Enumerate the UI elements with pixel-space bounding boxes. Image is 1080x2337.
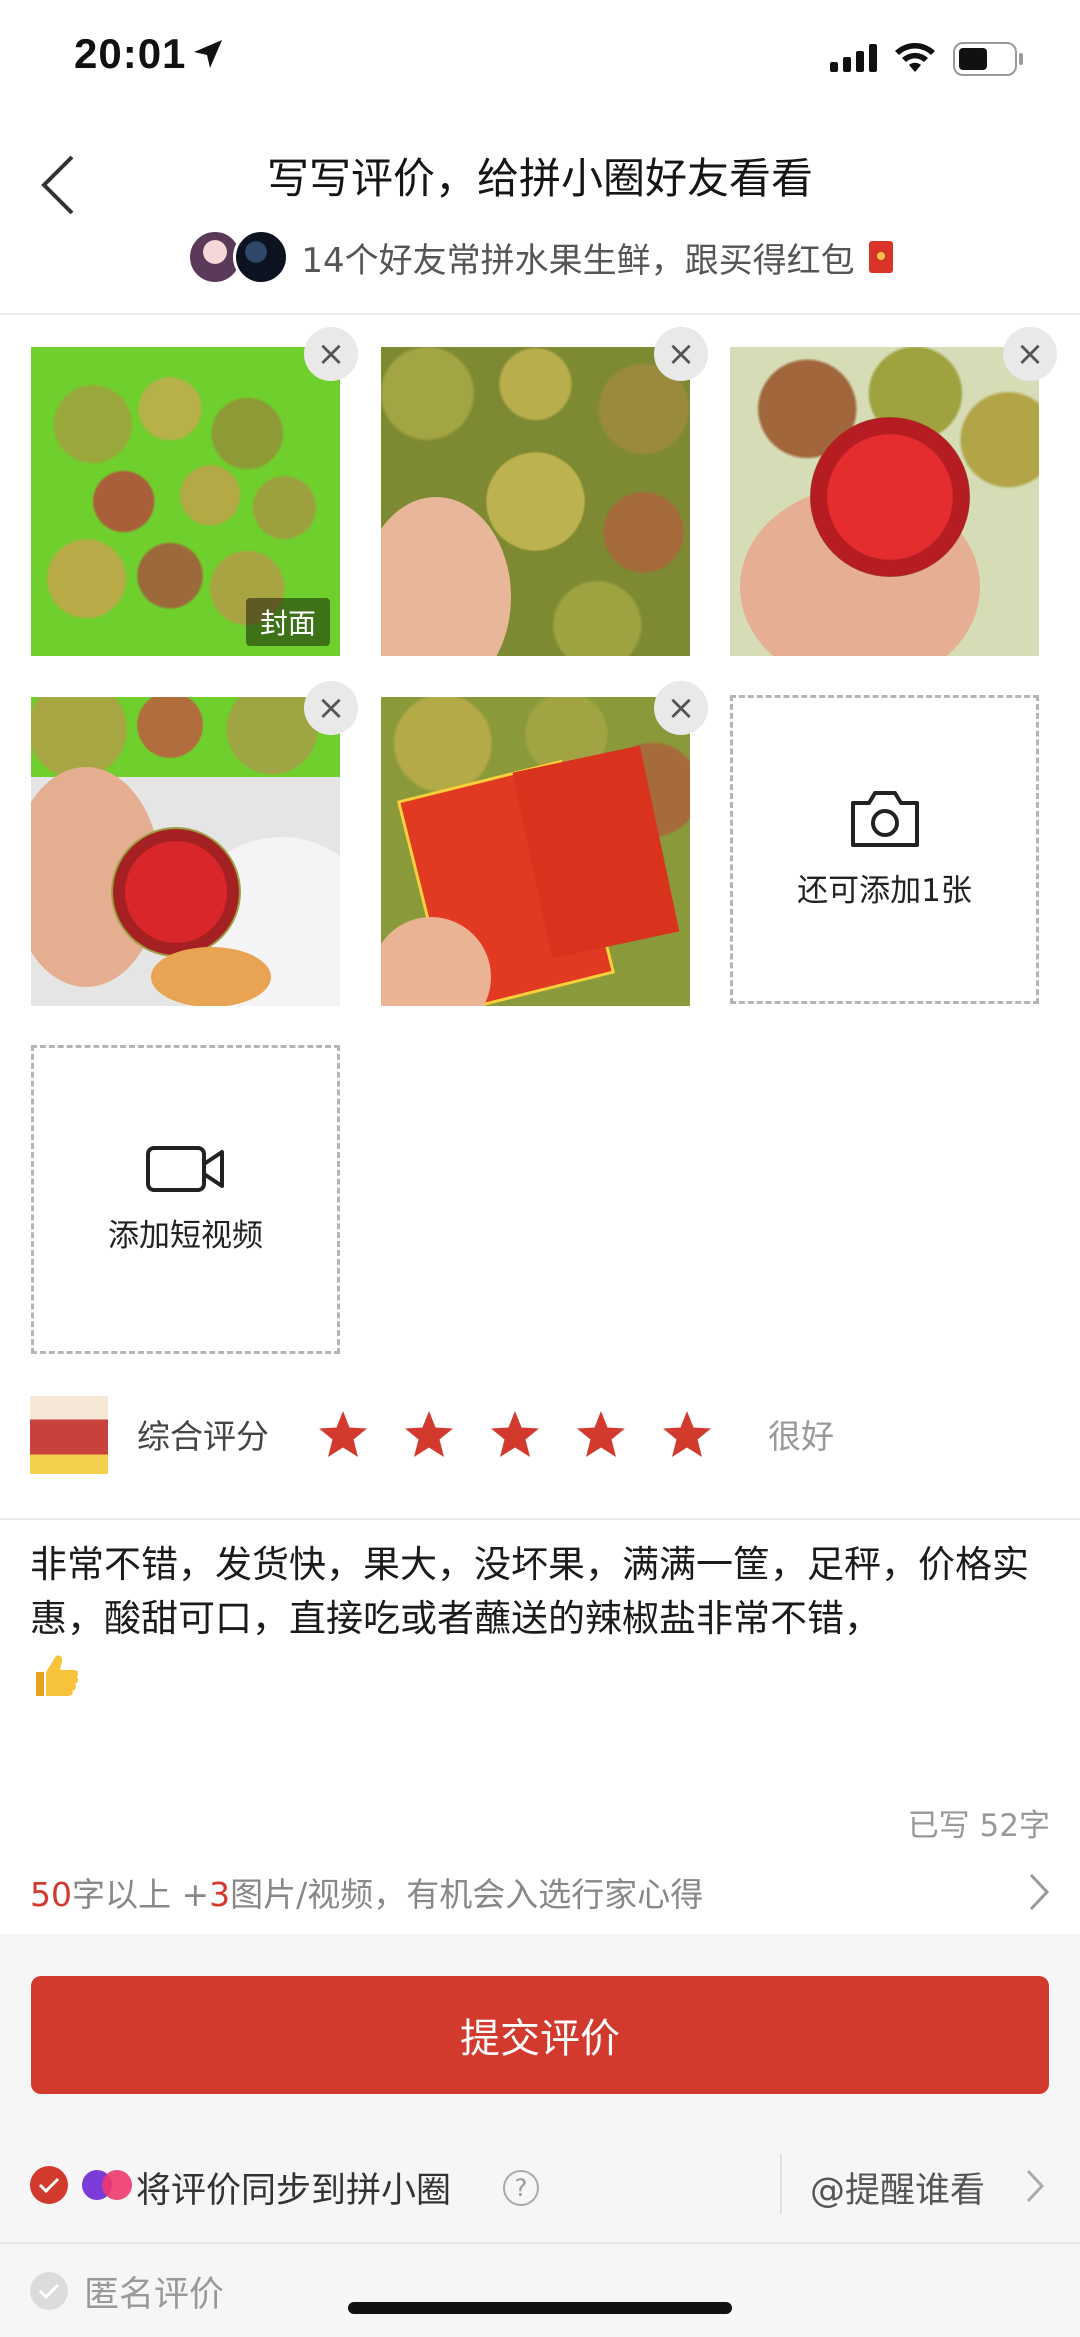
bottom-panel: 提交评价 将评价同步到拼小圈 ? @提醒谁看 匿名评价 — [0, 1934, 1080, 2337]
anonymous-label: 匿名评价 — [84, 2275, 225, 2315]
expert-tip-text: 50字以上 +3图片/视频，有机会入选行家心得 — [30, 1868, 703, 1916]
red-packet-icon — [868, 241, 893, 273]
rating-row: 综合评分 很好 — [0, 1390, 1080, 1520]
signal-icon — [830, 44, 877, 72]
status-bar: 20:01 — [0, 0, 1080, 115]
camera-icon — [850, 791, 919, 847]
uploaded-photo[interactable] — [730, 347, 1039, 656]
sync-row: 将评价同步到拼小圈 ? @提醒谁看 — [0, 2124, 1080, 2244]
avatar — [233, 229, 290, 285]
star-icon[interactable] — [660, 1408, 714, 1462]
remove-photo-button[interactable]: × — [304, 681, 358, 735]
tip-text-part2: 图片/视频，有机会入选行家心得 — [230, 1875, 704, 1914]
sync-label: 将评价同步到拼小圈 — [136, 2171, 452, 2211]
anonymous-checkbox[interactable] — [30, 2272, 68, 2310]
status-time: 20:01 — [74, 30, 187, 77]
rating-result: 很好 — [768, 1417, 834, 1456]
anonymous-row[interactable]: 匿名评价 — [0, 2244, 1080, 2337]
uploaded-photo[interactable] — [381, 697, 690, 1006]
star-icon[interactable] — [402, 1408, 456, 1462]
wifi-icon — [895, 43, 935, 72]
subtitle-text: 14个好友常拼水果生鲜，跟买得红包 — [301, 240, 855, 281]
star-icon[interactable] — [488, 1408, 542, 1462]
remove-photo-button[interactable]: × — [654, 681, 708, 735]
submit-review-button[interactable]: 提交评价 — [31, 1976, 1049, 2094]
remove-photo-button[interactable]: × — [304, 327, 358, 381]
star-icon[interactable] — [316, 1408, 370, 1462]
check-icon — [38, 2283, 60, 2300]
thumbs-up-icon — [36, 1654, 79, 1696]
star-icon[interactable] — [574, 1408, 628, 1462]
sync-checkbox[interactable] — [30, 2166, 68, 2204]
remove-photo-button[interactable]: × — [654, 327, 708, 381]
review-textarea[interactable]: 非常不错，发货快，果大，没坏果，满满一筐，足秤，价格实惠，酸甜可口，直接吃或者蘸… — [30, 1538, 1050, 1700]
check-icon — [38, 2177, 60, 2194]
divider — [780, 2154, 782, 2214]
home-indicator[interactable] — [348, 2302, 732, 2314]
uploaded-photo[interactable] — [381, 347, 690, 656]
cover-label: 封面 — [245, 598, 330, 646]
remove-photo-button[interactable]: × — [1003, 327, 1057, 381]
video-camera-icon — [145, 1146, 224, 1192]
pinxiaoquan-logo-icon — [82, 2170, 132, 2200]
tip-min-media: 3 — [209, 1875, 231, 1914]
chevron-right-icon — [1026, 2169, 1045, 2203]
char-count: 已写 52字 — [907, 1808, 1050, 1844]
rating-label: 综合评分 — [137, 1417, 269, 1456]
product-thumbnail — [30, 1396, 108, 1474]
expert-tip-row[interactable]: 50字以上 +3图片/视频，有机会入选行家心得 — [0, 1858, 1080, 1934]
uploaded-photo[interactable]: 封面 — [31, 347, 340, 656]
uploaded-photo[interactable] — [31, 697, 340, 1006]
friends-subtitle[interactable]: 14个好友常拼水果生鲜，跟买得红包 — [0, 227, 1080, 287]
header: 写写评价，给拼小圈好友看看 14个好友常拼水果生鲜，跟买得红包 — [0, 115, 1080, 315]
friend-avatars — [187, 229, 293, 285]
review-text: 非常不错，发货快，果大，没坏果，满满一筐，足秤，价格实惠，酸甜可口，直接吃或者蘸… — [30, 1543, 1029, 1640]
tip-min-chars: 50 — [30, 1875, 72, 1914]
location-arrow-icon — [194, 40, 222, 68]
chevron-right-icon — [1029, 1873, 1050, 1911]
battery-icon — [953, 42, 1023, 76]
help-icon[interactable]: ? — [503, 2170, 539, 2206]
add-video-label: 添加短视频 — [108, 1218, 263, 1254]
tip-text-part1: 字以上 + — [72, 1875, 210, 1914]
add-photo-label: 还可添加1张 — [797, 873, 972, 909]
add-photo-button[interactable]: 还可添加1张 — [730, 695, 1039, 1004]
add-video-button[interactable]: 添加短视频 — [31, 1045, 340, 1354]
star-rating[interactable] — [316, 1408, 746, 1462]
page-title: 写写评价，给拼小圈好友看看 — [266, 154, 813, 203]
remind-who-button[interactable]: @提醒谁看 — [810, 2162, 985, 2213]
